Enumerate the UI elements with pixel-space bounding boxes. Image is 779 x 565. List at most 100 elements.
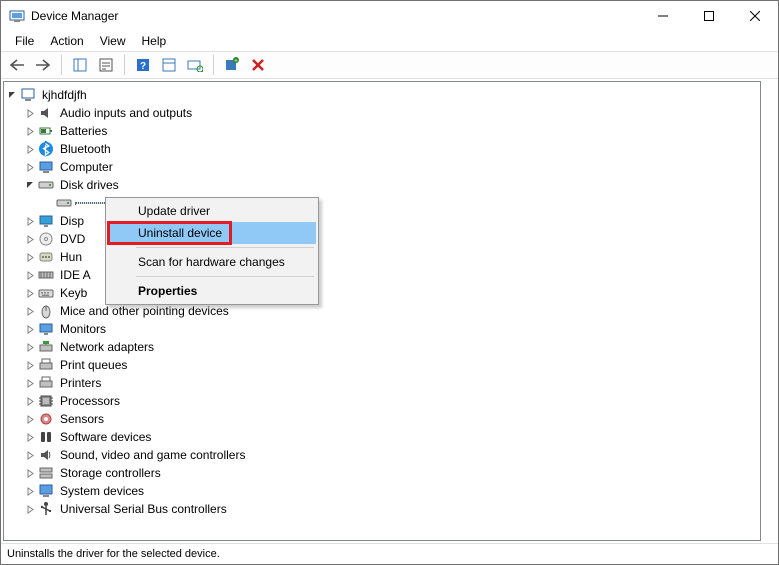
expand-icon[interactable]	[24, 395, 36, 407]
battery-icon	[38, 123, 54, 139]
expand-icon[interactable]	[24, 359, 36, 371]
computer-icon	[38, 159, 54, 175]
properties-button[interactable]	[94, 53, 118, 77]
add-hardware-button[interactable]: +	[220, 53, 244, 77]
context-menu: Update driverUninstall device Scan for ha…	[105, 197, 319, 305]
tree-category-label: Universal Serial Bus controllers	[58, 500, 229, 518]
expand-icon[interactable]	[24, 323, 36, 335]
expand-icon[interactable]	[24, 467, 36, 479]
context-menu-separator	[136, 247, 314, 248]
tree-category-label: Network adapters	[58, 338, 156, 356]
expand-icon[interactable]	[24, 449, 36, 461]
tree-category[interactable]: Sensors	[6, 410, 758, 428]
toolbar-separator	[61, 55, 62, 75]
expand-icon[interactable]	[24, 485, 36, 497]
expand-icon[interactable]	[24, 341, 36, 353]
tree-category[interactable]: Print queues	[6, 356, 758, 374]
tree-category[interactable]: Sound, video and game controllers	[6, 446, 758, 464]
toolbar-separator	[124, 55, 125, 75]
forward-button[interactable]	[31, 53, 55, 77]
expand-icon[interactable]	[24, 233, 36, 245]
window-title: Device Manager	[31, 9, 640, 23]
tree-category-label: Sound, video and game controllers	[58, 446, 247, 464]
tree-category[interactable]: Storage controllers	[6, 464, 758, 482]
ctx-update-driver[interactable]: Update driver	[108, 200, 316, 222]
ctx-properties[interactable]: Properties	[108, 280, 316, 302]
audio-icon	[38, 105, 54, 121]
tree-category[interactable]: Monitors	[6, 320, 758, 338]
tree-category-label: System devices	[58, 482, 146, 500]
expand-icon[interactable]	[24, 269, 36, 281]
software-icon	[38, 429, 54, 445]
menu-view[interactable]: View	[92, 32, 134, 50]
expand-icon[interactable]	[24, 305, 36, 317]
expand-icon[interactable]	[24, 413, 36, 425]
tree-category[interactable]: Software devices	[6, 428, 758, 446]
expand-icon[interactable]	[24, 161, 36, 173]
expand-icon[interactable]	[24, 503, 36, 515]
tree-category[interactable]: Audio inputs and outputs	[6, 104, 758, 122]
maximize-button[interactable]	[686, 1, 732, 31]
tree-category-label: Hun	[58, 248, 84, 266]
expand-icon[interactable]	[24, 143, 36, 155]
tree-category[interactable]: Network adapters	[6, 338, 758, 356]
tree-category[interactable]: Bluetooth	[6, 140, 758, 158]
expand-icon[interactable]	[24, 431, 36, 443]
tree-category[interactable]: Disk drives	[6, 176, 758, 194]
close-button[interactable]	[732, 1, 778, 31]
tree-category-label: Keyb	[58, 284, 89, 302]
tree-category[interactable]: Universal Serial Bus controllers	[6, 500, 758, 518]
expand-icon[interactable]	[24, 377, 36, 389]
dvd-icon	[38, 231, 54, 247]
collapse-icon[interactable]	[24, 179, 36, 191]
tree-category[interactable]: System devices	[6, 482, 758, 500]
network-icon	[38, 339, 54, 355]
disk-icon	[56, 195, 72, 211]
expand-icon[interactable]	[24, 215, 36, 227]
menu-file[interactable]: File	[7, 32, 42, 50]
expand-icon[interactable]	[24, 125, 36, 137]
toolbar-separator	[213, 55, 214, 75]
svg-text:?: ?	[140, 61, 146, 72]
help-button[interactable]: ?	[131, 53, 155, 77]
display-icon	[38, 213, 54, 229]
expand-icon[interactable]	[24, 287, 36, 299]
tree-category-label: Batteries	[58, 122, 109, 140]
system-icon	[38, 483, 54, 499]
tree-category[interactable]: Printers	[6, 374, 758, 392]
tree-category[interactable]: Processors	[6, 392, 758, 410]
back-button[interactable]	[5, 53, 29, 77]
svg-text:+: +	[234, 59, 238, 65]
expand-icon[interactable]	[24, 251, 36, 263]
menu-action[interactable]: Action	[42, 32, 91, 50]
tree-root[interactable]: kjhdfdjfh	[6, 86, 758, 104]
tree-category[interactable]: Batteries	[6, 122, 758, 140]
device-tree-panel[interactable]: kjhdfdjfh Audio inputs and outputs Batte…	[3, 81, 761, 541]
minimize-button[interactable]	[640, 1, 686, 31]
tree-category-label: IDE A	[58, 266, 93, 284]
ctx-uninstall-device[interactable]: Uninstall device	[108, 222, 316, 244]
toolbar: ? +	[1, 51, 778, 79]
scan-hardware-button[interactable]	[183, 53, 207, 77]
storage-icon	[38, 465, 54, 481]
tree-category-label: Computer	[58, 158, 115, 176]
monitor-icon	[38, 321, 54, 337]
tree-category-label: Processors	[58, 392, 122, 410]
sound-icon	[38, 447, 54, 463]
collapse-icon[interactable]	[6, 89, 18, 101]
menu-help[interactable]: Help	[134, 32, 175, 50]
printqueue-icon	[38, 357, 54, 373]
action-button[interactable]	[157, 53, 181, 77]
title-bar: Device Manager	[1, 1, 778, 31]
tree-category[interactable]: Computer	[6, 158, 758, 176]
ctx-scan-for-hardware-changes[interactable]: Scan for hardware changes	[108, 251, 316, 273]
tree-category-label: Disk drives	[58, 176, 121, 194]
keyboard-icon	[38, 285, 54, 301]
show-hide-console-button[interactable]	[68, 53, 92, 77]
tree-category-label: Printers	[58, 374, 103, 392]
status-bar: Uninstalls the driver for the selected d…	[1, 544, 778, 564]
uninstall-button[interactable]	[246, 53, 270, 77]
expand-icon[interactable]	[24, 107, 36, 119]
mouse-icon	[38, 303, 54, 319]
menu-bar: File Action View Help	[1, 31, 778, 51]
